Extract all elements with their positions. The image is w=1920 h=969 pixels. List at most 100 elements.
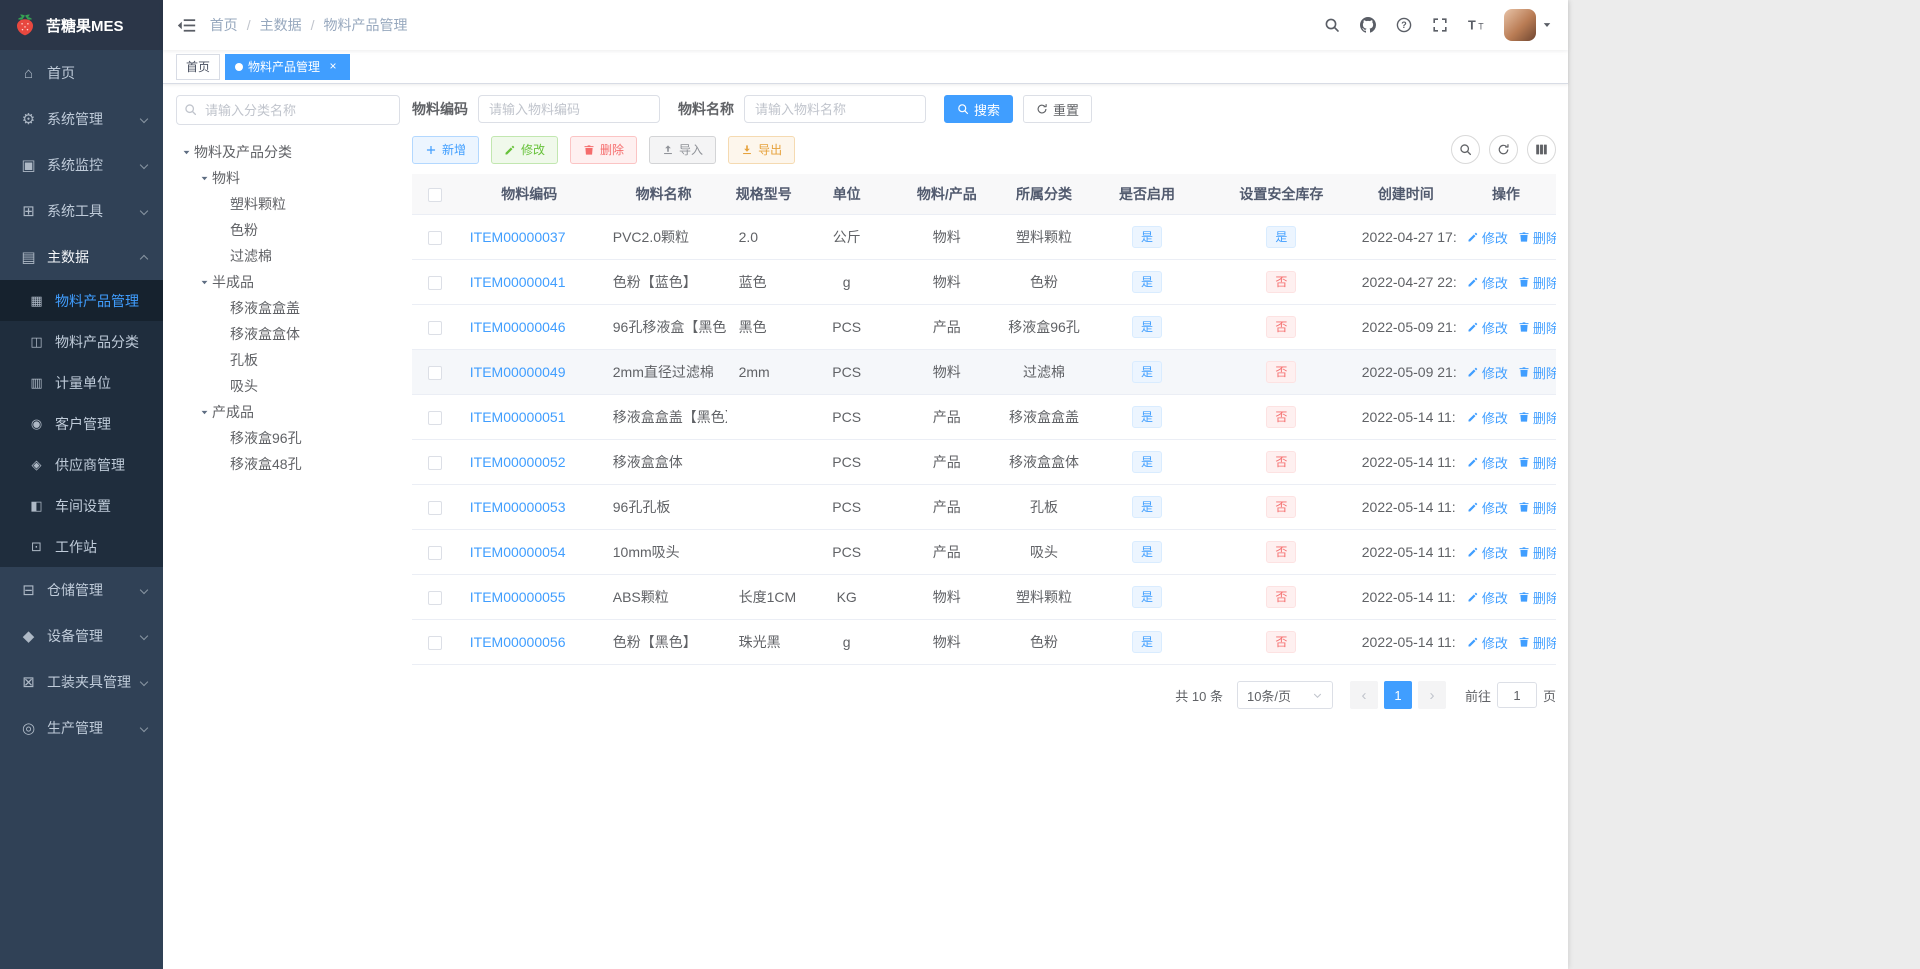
toolbar-button[interactable]: 修改 xyxy=(491,135,559,164)
caret-down-icon[interactable] xyxy=(196,278,212,287)
row-checkbox[interactable] xyxy=(427,636,442,651)
tree-node[interactable]: 孔板 xyxy=(176,347,400,373)
item-code-link[interactable]: ITEM00000041 xyxy=(470,274,566,290)
item-code-link[interactable]: ITEM00000049 xyxy=(470,364,566,380)
tree-node[interactable]: 移液盒96孔 xyxy=(176,425,400,451)
breadcrumb-item[interactable]: 首页 xyxy=(210,15,260,35)
sidebar-item[interactable]: ⚙ 系统管理 xyxy=(0,96,163,142)
sidebar-subitem[interactable]: ⊡ 工作站 xyxy=(0,526,163,567)
item-code-link[interactable]: ITEM00000052 xyxy=(470,454,566,470)
sidebar-subitem[interactable]: ▦ 物料产品管理 xyxy=(0,280,163,321)
sidebar-toggle-button[interactable] xyxy=(163,0,210,50)
edit-row-button[interactable]: 修改 xyxy=(1467,543,1508,562)
sidebar-item[interactable]: ◆ 设备管理 xyxy=(0,613,163,659)
tree-node[interactable]: 色粉 xyxy=(176,217,400,243)
row-checkbox[interactable] xyxy=(427,366,442,381)
caret-down-icon[interactable] xyxy=(178,148,194,157)
tree-node[interactable]: 半成品 xyxy=(176,269,400,295)
sidebar-item[interactable]: ◎ 生产管理 xyxy=(0,705,163,751)
edit-row-button[interactable]: 修改 xyxy=(1467,588,1508,607)
item-code-link[interactable]: ITEM00000037 xyxy=(470,229,566,245)
tree-node[interactable]: 移液盒盒体 xyxy=(176,321,400,347)
filter-input[interactable] xyxy=(478,95,660,123)
edit-row-button[interactable]: 修改 xyxy=(1467,363,1508,382)
page-number-button[interactable]: 1 xyxy=(1383,681,1412,709)
tab[interactable]: 物料产品管理 × xyxy=(225,53,351,80)
delete-row-button[interactable]: 删除 xyxy=(1518,273,1556,292)
toolbar-button[interactable]: 新增 xyxy=(412,135,480,164)
delete-row-button[interactable]: 删除 xyxy=(1518,498,1556,517)
item-code-link[interactable]: ITEM00000056 xyxy=(470,634,566,650)
next-page-button[interactable]: › xyxy=(1417,681,1446,709)
search-button[interactable]: 搜索 xyxy=(944,95,1014,123)
edit-row-button[interactable]: 修改 xyxy=(1467,408,1508,427)
delete-row-button[interactable]: 删除 xyxy=(1518,228,1556,247)
close-icon[interactable]: × xyxy=(326,59,340,74)
font-size-icon[interactable]: TT xyxy=(1458,0,1496,50)
tab[interactable]: 首页 × xyxy=(176,53,221,80)
fullscreen-icon[interactable] xyxy=(1422,0,1458,50)
prev-page-button[interactable]: ‹ xyxy=(1349,681,1378,709)
row-checkbox[interactable] xyxy=(427,276,442,291)
caret-down-icon[interactable] xyxy=(196,408,212,417)
tree-node[interactable]: 塑料颗粒 xyxy=(176,191,400,217)
item-code-link[interactable]: ITEM00000055 xyxy=(470,589,566,605)
edit-row-button[interactable]: 修改 xyxy=(1467,273,1508,292)
sidebar-item[interactable]: ⌂ 首页 xyxy=(0,50,163,96)
edit-row-button[interactable]: 修改 xyxy=(1467,453,1508,472)
search-icon[interactable] xyxy=(1314,0,1350,50)
item-code-link[interactable]: ITEM00000054 xyxy=(470,544,566,560)
sidebar-subitem[interactable]: ◫ 物料产品分类 xyxy=(0,321,163,362)
github-icon[interactable] xyxy=(1350,0,1386,50)
sidebar-item[interactable]: ▤ 主数据 xyxy=(0,234,163,280)
edit-row-button[interactable]: 修改 xyxy=(1467,498,1508,517)
delete-row-button[interactable]: 删除 xyxy=(1518,588,1556,607)
delete-row-button[interactable]: 删除 xyxy=(1518,318,1556,337)
tree-node[interactable]: 物料 xyxy=(176,165,400,191)
sidebar-subitem[interactable]: ◉ 客户管理 xyxy=(0,403,163,444)
search-toggle-icon[interactable] xyxy=(1451,135,1480,164)
tree-node[interactable]: 移液盒48孔 xyxy=(176,451,400,477)
breadcrumb-item[interactable]: 主数据 xyxy=(260,15,324,35)
sidebar-subitem[interactable]: ◈ 供应商管理 xyxy=(0,444,163,485)
sidebar-item[interactable]: ⊠ 工装夹具管理 xyxy=(0,659,163,705)
row-checkbox[interactable] xyxy=(427,411,442,426)
select-all-checkbox[interactable] xyxy=(427,188,442,203)
sidebar-item[interactable]: ⊞ 系统工具 xyxy=(0,188,163,234)
columns-icon[interactable] xyxy=(1527,135,1556,164)
tree-node[interactable]: 产成品 xyxy=(176,399,400,425)
item-code-link[interactable]: ITEM00000053 xyxy=(470,499,566,515)
tree-search-input[interactable] xyxy=(176,95,400,125)
row-checkbox[interactable] xyxy=(427,546,442,561)
tree-node[interactable]: 移液盒盒盖 xyxy=(176,295,400,321)
goto-page-input[interactable] xyxy=(1496,682,1537,708)
help-icon[interactable]: ? xyxy=(1386,0,1422,50)
edit-row-button[interactable]: 修改 xyxy=(1467,318,1508,337)
delete-row-button[interactable]: 删除 xyxy=(1518,363,1556,382)
sidebar-item[interactable]: ⊟ 仓储管理 xyxy=(0,567,163,613)
filter-input[interactable] xyxy=(744,95,926,123)
app-logo[interactable]: 苦糖果MES xyxy=(0,0,163,50)
sidebar-subitem[interactable]: ▥ 计量单位 xyxy=(0,362,163,403)
edit-row-button[interactable]: 修改 xyxy=(1467,633,1508,652)
delete-row-button[interactable]: 删除 xyxy=(1518,543,1556,562)
row-checkbox[interactable] xyxy=(427,501,442,516)
edit-row-button[interactable]: 修改 xyxy=(1467,228,1508,247)
item-code-link[interactable]: ITEM00000046 xyxy=(470,319,566,335)
row-checkbox[interactable] xyxy=(427,321,442,336)
row-checkbox[interactable] xyxy=(427,591,442,606)
delete-row-button[interactable]: 删除 xyxy=(1518,408,1556,427)
reset-button[interactable]: 重置 xyxy=(1023,95,1093,123)
toolbar-button[interactable]: 删除 xyxy=(570,135,638,164)
sidebar-item[interactable]: ▣ 系统监控 xyxy=(0,142,163,188)
tree-node[interactable]: 物料及产品分类 xyxy=(176,139,400,165)
page-size-select[interactable]: 10条/页 xyxy=(1236,681,1333,709)
breadcrumb-item[interactable]: 物料产品管理 xyxy=(323,15,425,35)
item-code-link[interactable]: ITEM00000051 xyxy=(470,409,566,425)
sidebar-subitem[interactable]: ◧ 车间设置 xyxy=(0,485,163,526)
tree-node[interactable]: 过滤棉 xyxy=(176,243,400,269)
toolbar-button[interactable]: 导出 xyxy=(728,135,796,164)
delete-row-button[interactable]: 删除 xyxy=(1518,453,1556,472)
tree-node[interactable]: 吸头 xyxy=(176,373,400,399)
caret-down-icon[interactable] xyxy=(196,174,212,183)
